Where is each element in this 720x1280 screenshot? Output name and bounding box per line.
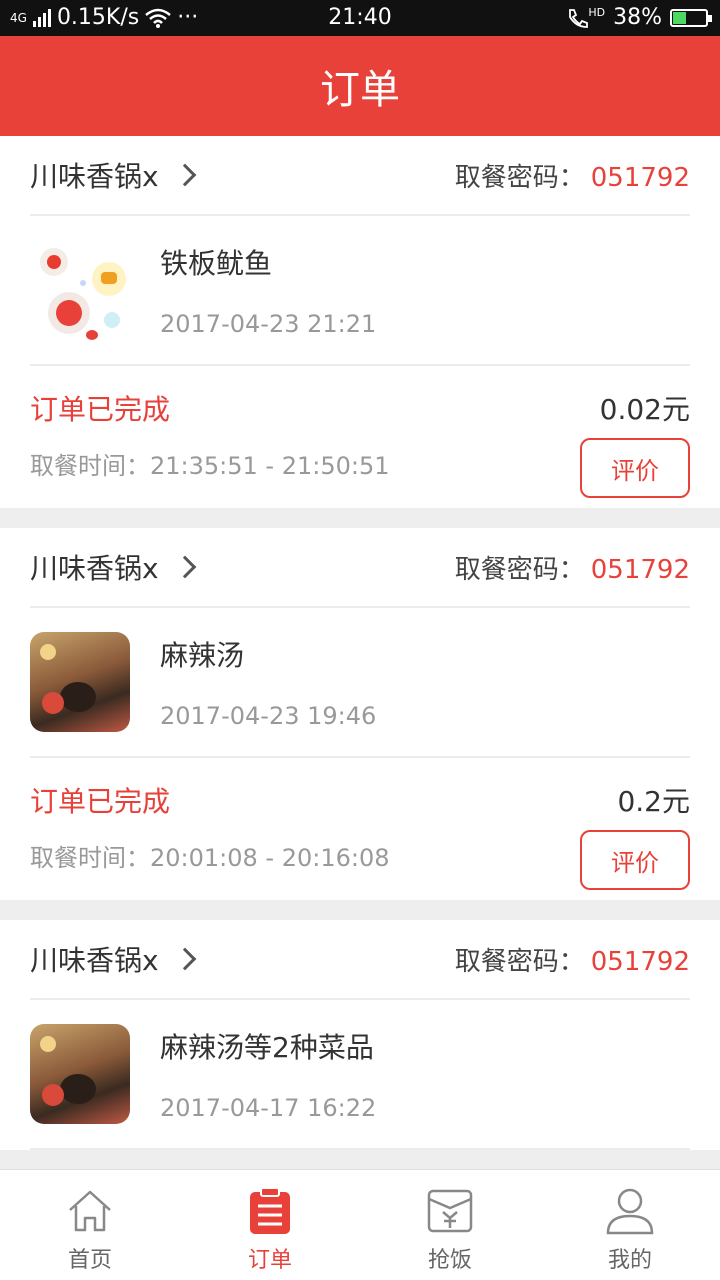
call-icon [569,8,589,28]
order-item-row[interactable]: 铁板鱿鱼 2017-04-23 21:21 [30,216,690,366]
item-name: 铁板鱿鱼 [160,247,273,280]
tab-home[interactable]: 首页 [0,1170,180,1280]
pickup-code: 取餐密码： 051792 [455,157,690,194]
pickup-time-label: 取餐时间： [30,452,150,480]
restaurant-scene-icon [30,1024,130,1124]
store-name: 川味香锅x [30,552,159,585]
status-bar: 4G 0.15K/s ··· 21:40 HD 38% [0,0,720,36]
item-name: 麻辣汤等2种菜品 [160,1031,374,1064]
order-price: 0.02元 [599,393,690,426]
pickup-code: 取餐密码： 051792 [455,549,690,586]
profile-icon [606,1188,654,1235]
order-item-info: 麻辣汤等2种菜品 2017-04-17 16:22 [160,1026,376,1122]
order-item-row[interactable]: 麻辣汤 2017-04-23 19:46 [30,608,690,758]
order-item-info: 麻辣汤 2017-04-23 19:46 [160,634,376,730]
home-icon [69,1190,111,1232]
pickup-code: 取餐密码： 051792 [455,941,690,978]
page-header: 订单 [0,36,720,136]
order-item-info: 铁板鱿鱼 2017-04-23 21:21 [160,242,376,338]
order-card: 川味香锅x 取餐密码： 051792 铁板鱿鱼 2017-04-23 21:21… [0,136,720,508]
tab-label: 我的 [607,1248,652,1273]
pickup-time-value: 21:35:51 - 21:50:51 [150,452,390,480]
chevron-right-icon [173,555,196,579]
rate-button[interactable]: 评价 [580,438,690,498]
order-list-icon [250,1187,290,1234]
pickup-code-value: 051792 [590,946,690,977]
store-name: 川味香锅x [30,944,159,977]
order-list[interactable]: 川味香锅x 取餐密码： 051792 铁板鱿鱼 2017-04-23 21:21… [0,136,720,1169]
store-name: 川味香锅x [30,160,159,193]
grab-meal-icon [427,1189,473,1233]
page-title: 订单 [320,67,400,113]
order-card: 川味香锅x 取餐密码： 051792 麻辣汤 2017-04-23 19:46 订… [0,528,720,900]
order-card: 川味香锅x 取餐密码： 051792 麻辣汤等2种菜品 2017-04-17 16… [0,920,720,1150]
tab-profile[interactable]: 我的 [540,1170,720,1280]
order-status: 订单已完成 [30,785,171,818]
order-status: 订单已完成 [30,393,171,426]
order-status-row: 订单已完成 取餐时间：20:01:08 - 20:16:08 0.2元 评价 [0,758,720,900]
pickup-code-label: 取餐密码： [454,554,585,585]
call-hd-label: HD [588,6,606,19]
pickup-code-value: 051792 [590,554,690,585]
battery-percent: 38% [613,5,662,30]
food-icons-icon [30,240,130,340]
store-link[interactable]: 川味香锅x [30,547,196,587]
pickup-time-label: 取餐时间： [30,844,150,872]
battery-icon [670,8,712,27]
tab-grab-meal[interactable]: 抢饭 [360,1170,540,1280]
order-time: 2017-04-23 21:21 [160,310,377,338]
order-store-row[interactable]: 川味香锅x 取餐密码： 051792 [30,920,690,1000]
order-store-row[interactable]: 川味香锅x 取餐密码： 051792 [30,136,690,216]
tab-label: 订单 [247,1248,292,1273]
order-time: 2017-04-23 19:46 [160,702,377,730]
order-item-row[interactable]: 麻辣汤等2种菜品 2017-04-17 16:22 [30,1000,690,1150]
chevron-right-icon [173,163,196,187]
order-time: 2017-04-17 16:22 [160,1094,377,1122]
order-status-row: 订单已完成 取餐时间：21:35:51 - 21:50:51 0.02元 评价 [0,366,720,508]
pickup-time-value: 20:01:08 - 20:16:08 [150,844,390,872]
bottom-tab-bar: 首页 订单 抢饭 我的 [0,1169,720,1280]
order-store-row[interactable]: 川味香锅x 取餐密码： 051792 [30,528,690,608]
pickup-code-label: 取餐密码： [454,162,585,193]
tab-label: 抢饭 [427,1248,472,1273]
pickup-code-label: 取餐密码： [454,946,585,977]
store-link[interactable]: 川味香锅x [30,939,196,979]
restaurant-scene-icon [30,632,130,732]
tab-orders[interactable]: 订单 [180,1170,360,1280]
store-link[interactable]: 川味香锅x [30,155,196,195]
pickup-time: 取餐时间：21:35:51 - 21:50:51 [30,446,390,481]
chevron-right-icon [173,947,196,971]
item-name: 麻辣汤 [160,639,245,672]
rate-button[interactable]: 评价 [580,830,690,890]
tab-label: 首页 [67,1248,112,1273]
pickup-time: 取餐时间：20:01:08 - 20:16:08 [30,838,390,873]
pickup-code-value: 051792 [590,162,690,193]
order-price: 0.2元 [617,785,690,818]
